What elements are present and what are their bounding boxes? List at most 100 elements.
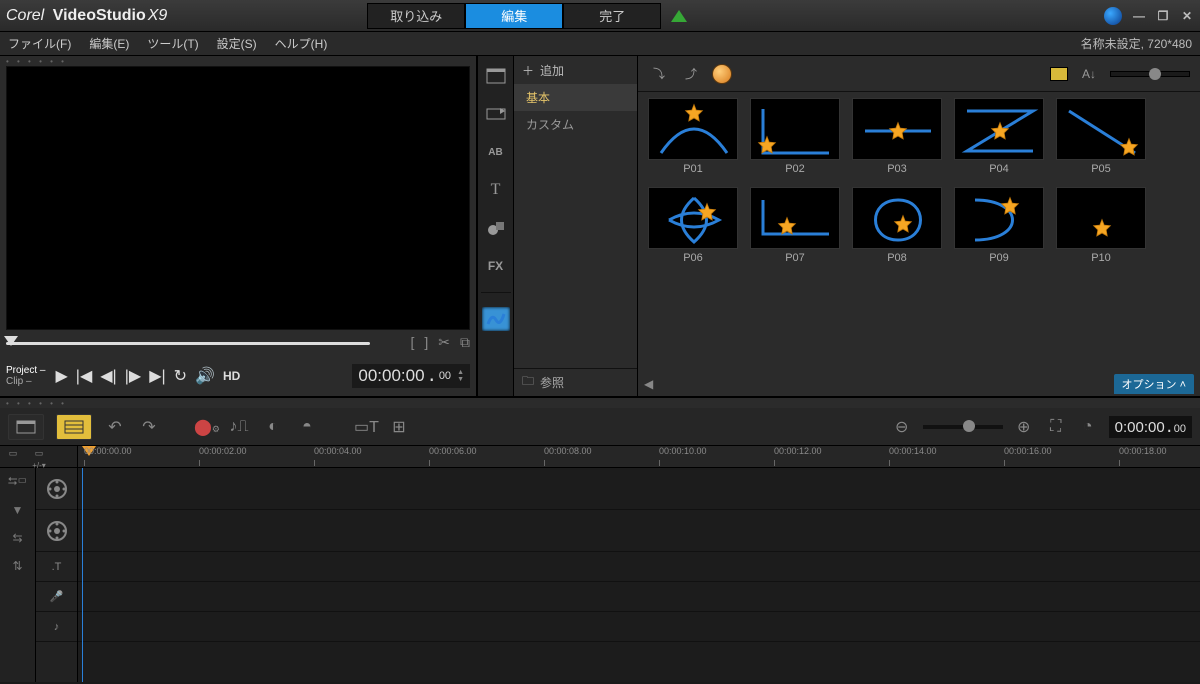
- audio-mixer-icon[interactable]: ♪⎍: [228, 418, 250, 436]
- menu-help[interactable]: ヘルプ(H): [275, 35, 328, 52]
- collapse-icon[interactable]: ▼: [12, 503, 24, 517]
- menu-tools[interactable]: ツール(T): [147, 35, 198, 52]
- step-share[interactable]: 完了: [563, 3, 661, 29]
- hd-toggle[interactable]: HD: [223, 369, 240, 383]
- path-thumb-p08[interactable]: P08: [852, 187, 942, 264]
- disc-icon[interactable]: [712, 64, 732, 84]
- category-basic[interactable]: 基本: [514, 84, 637, 111]
- path-thumb-p07[interactable]: P07: [750, 187, 840, 264]
- timeline-panel: ↶ ↷ ⬤⚙ ♪⎍ ◐ ◓ ▭T ⊞ ⊖ ⊕ ⛶ ◔ 0:00:00.00 ▭ …: [0, 398, 1200, 682]
- timeline-timecode[interactable]: 0:00:00.00: [1109, 416, 1192, 438]
- storyboard-view-button[interactable]: [8, 414, 44, 440]
- tab-filter-icon[interactable]: FX: [482, 254, 510, 278]
- scroll-left-icon[interactable]: ◀: [644, 377, 653, 391]
- tab-transition-icon[interactable]: AB: [482, 140, 510, 164]
- path-thumb-p02[interactable]: P02: [750, 98, 840, 175]
- thumb-view-icon[interactable]: [1050, 67, 1068, 81]
- path-thumb-p10[interactable]: P10: [1056, 187, 1146, 264]
- thumb-label: P10: [1091, 249, 1111, 264]
- path-thumb-p03[interactable]: P03: [852, 98, 942, 175]
- minimize-icon[interactable]: —: [1132, 9, 1146, 23]
- path-thumb-p06[interactable]: P06: [648, 187, 738, 264]
- mode-project-label[interactable]: Project –: [6, 365, 45, 376]
- add-category-button[interactable]: ＋追加: [514, 56, 637, 84]
- tab-title-icon[interactable]: T: [482, 178, 510, 202]
- browse-button[interactable]: 🗀参照: [514, 368, 637, 396]
- track-manager-icon[interactable]: ▭T: [354, 417, 376, 437]
- tab-media-icon[interactable]: [482, 64, 510, 88]
- zoom-in-icon[interactable]: ⊕: [1013, 417, 1035, 437]
- path-thumb-p01[interactable]: P01: [648, 98, 738, 175]
- menu-file[interactable]: ファイル(F): [8, 35, 71, 52]
- cut-icon[interactable]: ✂: [438, 334, 450, 351]
- timeline-grip[interactable]: [0, 398, 1200, 408]
- thumb-zoom-slider[interactable]: [1110, 71, 1190, 77]
- voice-track-icon[interactable]: 🎤: [36, 582, 77, 612]
- play-icon[interactable]: ▶: [55, 366, 67, 386]
- record-icon[interactable]: ⬤⚙: [194, 417, 216, 437]
- repeat-icon[interactable]: ↻: [174, 366, 187, 386]
- sort-icon[interactable]: A↓: [1078, 64, 1100, 84]
- scrub-handle[interactable]: [4, 336, 18, 346]
- library-tabs: AB T FX: [478, 56, 514, 396]
- next-frame-icon[interactable]: |▶: [125, 366, 141, 386]
- zoom-out-icon[interactable]: ⊖: [891, 417, 913, 437]
- overlay-track-icon[interactable]: [36, 510, 77, 552]
- close-icon[interactable]: ✕: [1180, 9, 1194, 23]
- import-icon[interactable]: ⤵: [648, 64, 670, 84]
- export-icon[interactable]: ⤴: [680, 64, 702, 84]
- undo-icon[interactable]: ↶: [104, 417, 126, 437]
- path-thumb-p05[interactable]: P05: [1056, 98, 1146, 175]
- thumb-label: P05: [1091, 160, 1111, 175]
- ruler-tick: 00:00:14.00: [889, 446, 937, 456]
- project-duration-icon[interactable]: ◔: [1077, 418, 1099, 436]
- preview-viewport[interactable]: [6, 66, 470, 330]
- tab-instant-icon[interactable]: [482, 102, 510, 126]
- playhead-line[interactable]: [82, 468, 83, 682]
- upload-icon[interactable]: [671, 10, 687, 22]
- multicam-icon[interactable]: ⊞: [388, 417, 410, 437]
- maximize-icon[interactable]: ❐: [1156, 9, 1170, 23]
- video-track-icon[interactable]: [36, 468, 77, 510]
- thumb-label: P06: [683, 249, 703, 264]
- path-thumb-p04[interactable]: P04: [954, 98, 1044, 175]
- prev-frame-icon[interactable]: ◀|: [100, 366, 116, 386]
- preview-timecode[interactable]: 00:00:00.00 ▲▼: [352, 364, 470, 388]
- fit-project-icon[interactable]: ⛶: [1045, 418, 1067, 436]
- step-edit[interactable]: 編集: [465, 3, 563, 29]
- ripple-icon[interactable]: ⇆: [12, 531, 22, 545]
- expand-icon[interactable]: ⧉: [460, 334, 470, 351]
- track-canvas[interactable]: [78, 468, 1200, 682]
- help-globe-icon[interactable]: [1104, 7, 1122, 25]
- ruler-icon-a[interactable]: ▭: [9, 448, 18, 459]
- menu-settings[interactable]: 設定(S): [217, 35, 257, 52]
- ruler-icon-b[interactable]: ▭: [35, 448, 44, 459]
- redo-icon[interactable]: ↷: [138, 417, 160, 437]
- track-tools-column: ⮀▭ ▼ ⇆ ⇅: [0, 468, 36, 682]
- auto-music-icon[interactable]: ◐: [262, 418, 284, 436]
- volume-icon[interactable]: 🔊: [195, 366, 215, 386]
- mode-clip-label[interactable]: Clip –: [6, 376, 45, 387]
- tab-graphic-icon[interactable]: [482, 216, 510, 240]
- options-button[interactable]: オプション ˄: [1114, 374, 1194, 394]
- timeline-view-button[interactable]: [56, 414, 92, 440]
- end-icon[interactable]: ▶|: [149, 366, 165, 386]
- home-icon[interactable]: |◀: [76, 366, 92, 386]
- title-track-icon[interactable]: .T: [36, 552, 77, 582]
- path-thumb-p09[interactable]: P09: [954, 187, 1044, 264]
- mark-out-icon[interactable]: ]: [424, 334, 428, 351]
- tab-path-icon[interactable]: [482, 307, 510, 331]
- step-capture[interactable]: 取り込み: [367, 3, 465, 29]
- panel-grip[interactable]: [0, 56, 476, 66]
- gallery: ⤵ ⤴ A↓ P01 P02 P03 P04 P05 P06 P07 P08 P…: [638, 56, 1200, 396]
- timeline-zoom-slider[interactable]: [923, 425, 1003, 429]
- music-track-icon[interactable]: ♪: [36, 612, 77, 642]
- overlay-mgr-icon[interactable]: ⮀▭: [8, 474, 27, 489]
- timeline-ruler[interactable]: ▭ ▭+/-▾ 00:00:00.0000:00:02.0000:00:04.0…: [0, 446, 1200, 468]
- mark-in-icon[interactable]: [: [410, 334, 414, 351]
- lock-scroll-icon[interactable]: ⇅: [12, 559, 22, 573]
- multi-trim-icon[interactable]: ◓: [296, 418, 318, 436]
- scrub-bar[interactable]: [ ] ✂ ⧉: [6, 334, 470, 352]
- menu-edit[interactable]: 編集(E): [89, 35, 129, 52]
- category-custom[interactable]: カスタム: [514, 111, 637, 138]
